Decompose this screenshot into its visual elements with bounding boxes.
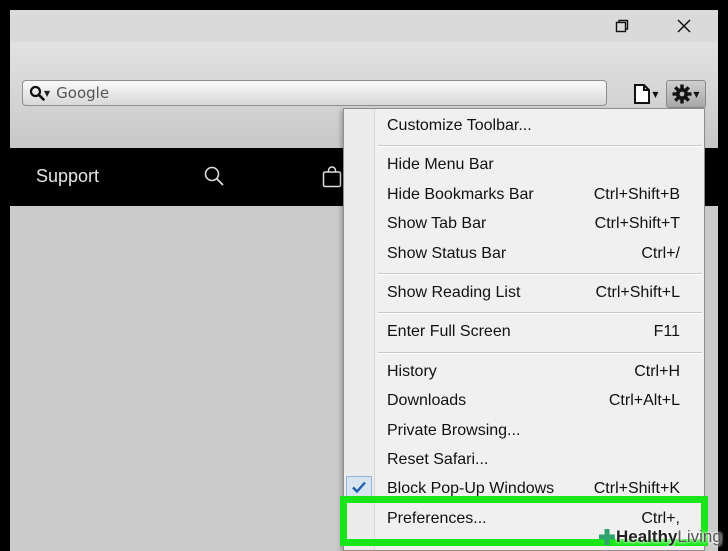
chevron-down-icon: ▼: [652, 89, 659, 99]
menu-item-label: Private Browsing...: [387, 421, 521, 439]
menu-item-show-tab-bar[interactable]: Show Tab Bar Ctrl+Shift+T: [344, 210, 704, 238]
shopping-bag-button[interactable]: [322, 166, 342, 192]
page-icon: [634, 84, 651, 104]
menu-item-label: Customize Toolbar...: [387, 117, 532, 134]
chevron-down-icon: ▼: [693, 89, 700, 99]
close-icon: [677, 19, 691, 33]
menu-item-downloads[interactable]: Downloads Ctrl+Alt+L: [344, 387, 704, 415]
watermark-logo: Healthy Living: [598, 527, 722, 547]
restore-icon: [615, 19, 629, 33]
search-icon: [29, 85, 45, 101]
menu-item-hide-bookmarks-bar[interactable]: Hide Bookmarks Bar Ctrl+Shift+B: [344, 181, 704, 209]
menu-item-label: Hide Bookmarks Bar: [387, 185, 534, 203]
menu-separator: [378, 351, 702, 354]
menu-item-shortcut: Ctrl+Shift+T: [594, 215, 680, 233]
menu-item-reset-safari[interactable]: Reset Safari...: [344, 446, 704, 474]
menu-item-shortcut: F11: [653, 323, 680, 341]
menu-item-show-reading-list[interactable]: Show Reading List Ctrl+Shift+L: [344, 279, 704, 307]
settings-dropdown-menu: Customize Toolbar... Hide Menu Bar Hide Bo…: [343, 108, 705, 551]
nav-support-link[interactable]: Support: [36, 166, 99, 187]
menu-item-hide-menu-bar[interactable]: Hide Menu Bar: [344, 151, 704, 179]
menu-item-label: Hide Menu Bar: [387, 156, 494, 174]
menu-separator: [378, 312, 702, 315]
menu-item-label: Enter Full Screen: [387, 323, 511, 341]
watermark-bold-text: Healthy: [616, 527, 678, 546]
menu-item-shortcut: Ctrl+/: [641, 244, 680, 262]
menu-item-label: Reset Safari...: [387, 451, 489, 468]
search-engine-button[interactable]: ▼: [29, 85, 50, 101]
menu-item-customize-toolbar[interactable]: Customize Toolbar...: [344, 112, 704, 140]
search-icon: [204, 166, 224, 186]
menu-item-private-browsing[interactable]: Private Browsing...: [344, 417, 704, 445]
menu-item-shortcut: Ctrl+Shift+B: [593, 185, 680, 203]
gear-icon: [672, 84, 692, 104]
menu-item-history[interactable]: History Ctrl+H: [344, 358, 704, 386]
menu-separator: [378, 145, 702, 148]
menu-item-shortcut: Ctrl+H: [634, 362, 680, 380]
menu-item-label: Show Reading List: [387, 284, 521, 301]
menu-item-label: Show Status Bar: [387, 244, 507, 262]
menu-separator: [378, 273, 702, 275]
chevron-down-icon: ▼: [44, 88, 51, 98]
menu-item-shortcut: Ctrl+Shift+L: [595, 284, 680, 301]
restore-button[interactable]: [600, 12, 644, 40]
watermark-normal-text: Living: [677, 527, 722, 546]
menu-item-label: Show Tab Bar: [387, 215, 487, 233]
search-field[interactable]: ▼ Google: [22, 80, 607, 106]
settings-menu-button[interactable]: ▼: [666, 80, 706, 108]
menu-item-label: Downloads: [387, 392, 467, 410]
title-bar: [10, 10, 718, 42]
plus-icon: [599, 529, 615, 545]
menu-item-label: History: [387, 362, 437, 380]
site-search-button[interactable]: [204, 166, 224, 190]
page-menu-button[interactable]: ▼: [628, 80, 664, 108]
shopping-bag-icon: [322, 166, 342, 188]
menu-item-show-status-bar[interactable]: Show Status Bar Ctrl+/: [344, 240, 704, 268]
search-placeholder: Google: [56, 84, 110, 102]
close-button[interactable]: [662, 12, 706, 40]
menu-item-shortcut: Ctrl+Alt+L: [608, 392, 680, 410]
menu-item-enter-full-screen[interactable]: Enter Full Screen F11: [344, 318, 704, 346]
checkmark-icon: [352, 482, 366, 494]
